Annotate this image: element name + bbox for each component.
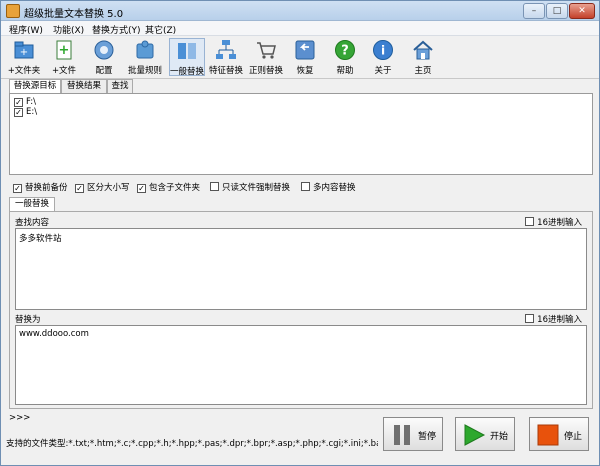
option-multi-content[interactable]: 多内容替换 [301,181,356,193]
replace-hex-checkbox[interactable] [525,314,535,323]
help-icon: ? [335,40,355,60]
maximize-button[interactable]: □ [546,3,568,19]
home-icon [413,40,433,60]
start-label: 开始 [490,432,509,442]
play-icon [464,424,486,446]
subfolder-checkbox[interactable]: ✓ [137,184,146,193]
puzzle-icon [136,40,154,59]
svg-text:+: + [20,47,28,58]
backup-checkbox[interactable]: ✓ [13,184,22,193]
tab-source-target[interactable]: 替换源目标 [9,79,61,94]
title-bar: 超级批量文本替换 5.0 – □ ✕ [1,1,599,21]
regex-replace-button[interactable]: 正则替换 [247,38,285,76]
home-button[interactable]: 主页 [407,38,439,76]
option-backup[interactable]: ✓ 替换前备份 [13,181,68,193]
tree-icon [216,40,236,59]
option-readonly-force[interactable]: 只读文件强制替换 [210,181,290,193]
tab-replace-result[interactable]: 替换结果 [61,79,107,93]
restore-icon [295,40,315,60]
stop-icon [537,424,559,446]
pause-label: 暂停 [418,432,437,442]
drive-e-label: E:\ [26,107,38,117]
replace-label: 替换为 [15,315,41,325]
normal-replace-label: 一般替换 [170,67,205,77]
multi-checkbox[interactable] [301,182,310,191]
batch-rules-button[interactable]: 批量规则 [125,38,165,76]
add-file-button[interactable]: + +文件 [47,38,81,76]
find-label: 查找内容 [15,218,50,228]
start-button[interactable]: 开始 [455,417,515,451]
config-button[interactable]: 配置 [87,38,121,76]
svg-text:?: ? [341,44,349,59]
replace-icon [178,43,196,59]
option-multi-label: 多内容替换 [313,183,356,193]
svg-text:+: + [59,43,70,58]
feature-replace-label: 特征替换 [208,66,243,76]
add-folder-label: +文件夹 [7,66,41,76]
stop-label: 停止 [564,432,583,442]
option-readonly-label: 只读文件强制替换 [222,183,291,193]
help-label: 帮助 [336,66,354,76]
stop-button[interactable]: 停止 [529,417,589,451]
drive-e-checkbox[interactable]: ✓ [14,108,23,117]
add-file-label: +文件 [51,66,77,76]
file-plus-icon: + [56,40,72,60]
find-hex-label: 16进制输入 [537,218,582,228]
drive-item-f[interactable]: ✓ F:\ [14,97,36,107]
option-backup-label: 替换前备份 [25,183,68,193]
options-bar: ✓ 替换前备份 ✓ 区分大小写 ✓ 包含子文件夹 只读文件强制替换 多内容替换 [9,181,593,195]
drive-item-e[interactable]: ✓ E:\ [14,107,37,117]
pause-icon [394,425,410,445]
replace-hex-label: 16进制输入 [537,315,582,325]
feature-replace-button[interactable]: 特征替换 [207,38,245,76]
config-label: 配置 [95,66,113,76]
replace-panel: 查找内容 16进制输入 多多软件站 替换为 16进制输入 www.ddooo.c… [9,211,593,409]
supported-filetypes: 支持的文件类型:*.txt;*.htm;*.c;*.cpp;*.h;*.hpp;… [6,439,378,449]
window-title: 超级批量文本替换 5.0 [24,9,124,20]
pause-button[interactable]: 暂停 [383,417,443,451]
about-label: 关于 [374,66,392,76]
case-checkbox[interactable]: ✓ [75,184,84,193]
config-icon [94,40,114,60]
about-button[interactable]: i 关于 [367,38,399,76]
menu-program[interactable]: 程序(W) [9,23,43,36]
find-hex-checkbox[interactable] [525,217,535,226]
replace-input[interactable]: www.ddooo.com [15,325,587,405]
app-icon [6,4,20,18]
minimize-button[interactable]: – [523,3,545,19]
drive-f-label: F:\ [26,97,36,107]
menu-replace-mode[interactable]: 替换方式(Y) [92,23,141,36]
option-subfolder-label: 包含子文件夹 [149,183,201,193]
help-button[interactable]: ? 帮助 [329,38,361,76]
regex-replace-label: 正则替换 [248,66,283,76]
svg-text:i: i [381,44,385,58]
batch-rules-label: 批量规则 [127,66,162,76]
home-label: 主页 [414,66,432,76]
option-subfolders[interactable]: ✓ 包含子文件夹 [137,181,200,193]
find-input[interactable]: 多多软件站 [15,228,587,310]
add-folder-button[interactable]: + +文件夹 [7,38,41,76]
folder-plus-icon: + [14,41,34,59]
option-case-label: 区分大小写 [87,183,130,193]
source-target-list[interactable]: ✓ F:\ ✓ E:\ [9,93,593,175]
app-window: 超级批量文本替换 5.0 – □ ✕ 程序(W) 功能(X) 替换方式(Y) 其… [0,0,600,466]
normal-replace-button[interactable]: 一般替换 [169,38,205,77]
cart-icon [257,42,276,59]
menu-bar: 程序(W) 功能(X) 替换方式(Y) 其它(Z) [1,21,599,36]
option-case-sensitive[interactable]: ✓ 区分大小写 [75,181,130,193]
drive-f-checkbox[interactable]: ✓ [14,98,23,107]
menu-function[interactable]: 功能(X) [53,23,84,36]
tab-find[interactable]: 查找 [107,79,133,93]
restore-button[interactable]: 恢复 [289,38,321,76]
find-hex-option[interactable]: 16进制输入 [525,216,582,228]
status-prompt: >>> [9,413,31,423]
tab-normal-replace[interactable]: 一般替换 [9,197,56,211]
readonly-checkbox[interactable] [210,182,219,191]
replace-hex-option[interactable]: 16进制输入 [525,313,582,325]
toolbar: + +文件夹 + +文件 配置 批量规则 一般替换 特征替换 正则替换 恢复 ?… [1,36,599,79]
menu-other[interactable]: 其它(Z) [145,23,176,36]
restore-label: 恢复 [296,66,314,76]
info-icon: i [373,40,393,60]
close-button[interactable]: ✕ [569,3,595,19]
